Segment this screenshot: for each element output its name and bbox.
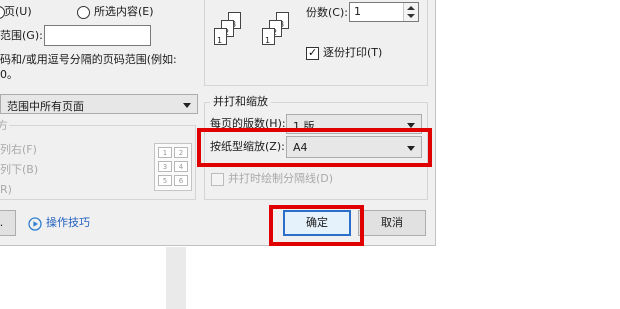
chevron-down-icon xyxy=(183,103,191,108)
tips-link[interactable]: 操作技巧 xyxy=(46,216,90,230)
print-what-select[interactable]: 范围中所有页面 xyxy=(0,94,198,114)
checkmark-icon: ✓ xyxy=(308,46,318,59)
copies-label: 份数(C): xyxy=(306,6,348,19)
print-dialog: 页(U) 所选内容(E) 范围(G): 码和/或用逗号分隔的页码范围(例如: 0… xyxy=(0,0,436,246)
selection-radio-label: 所选内容(E) xyxy=(94,5,154,18)
zoom-group-title: 并打和缩放 xyxy=(210,95,271,109)
options-button[interactable]: ... xyxy=(0,210,16,236)
play-circle-icon xyxy=(28,217,42,231)
highlight-scale-box xyxy=(197,128,432,167)
page-range-label: 范围(G): xyxy=(0,29,43,42)
page-order-fragment: 方 xyxy=(0,119,9,133)
draw-borders-checkbox[interactable] xyxy=(211,173,224,186)
page-range-hint-cont: 0。 xyxy=(0,68,18,81)
copies-spinner[interactable]: 1 xyxy=(349,2,419,22)
collate-label: 逐份打印(T) xyxy=(323,46,383,59)
pages-radio-label: 页(U) xyxy=(4,5,32,18)
spin-arrows-icon[interactable] xyxy=(403,3,418,21)
page-range-hint: 码和/或用逗号分隔的页码范围(例如: xyxy=(0,53,177,66)
cancel-button[interactable]: 取消 xyxy=(358,210,426,236)
order-option-right: 列右(F) xyxy=(0,143,37,156)
background-strip xyxy=(166,247,186,309)
collate-pages-icon: 3 2 1 3 2 1 xyxy=(212,12,302,58)
draw-borders-label: 并打时绘制分隔线(D) xyxy=(228,172,334,185)
page-layout-preview-icon: 1 2 3 4 5 6 xyxy=(154,143,192,191)
order-option-repeat: R) xyxy=(0,183,12,196)
page-range-input[interactable] xyxy=(44,25,151,46)
collate-checkbox[interactable]: ✓ xyxy=(306,46,319,60)
order-option-down: 列下(B) xyxy=(0,163,39,176)
selection-radio[interactable] xyxy=(77,6,90,19)
highlight-ok-box xyxy=(269,205,364,246)
